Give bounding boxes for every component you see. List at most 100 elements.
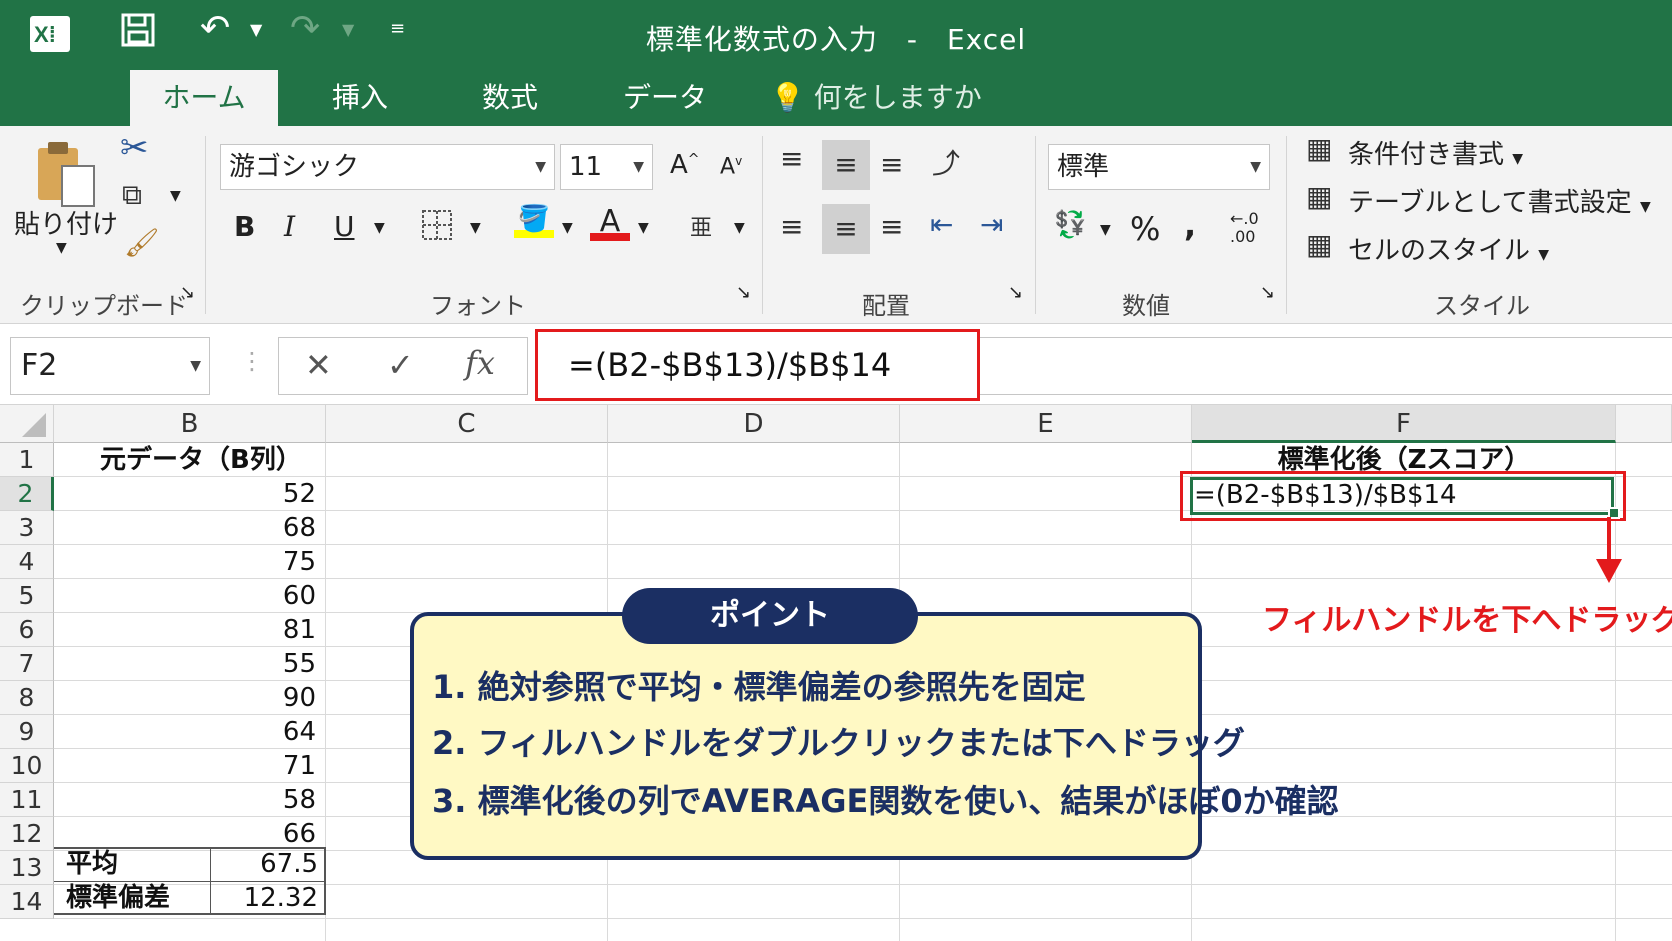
cell-b12[interactable]: 66 (60, 817, 316, 851)
comma-style-button[interactable]: , (1184, 206, 1196, 244)
row-header-7[interactable]: 7 (0, 647, 54, 681)
paste-dropdown-icon[interactable]: ▼ (56, 240, 67, 256)
phonetic-guide-icon[interactable]: 亜 (690, 210, 712, 242)
row-header-9[interactable]: 9 (0, 715, 54, 749)
clipboard-launcher-icon[interactable]: ↘ (180, 282, 195, 303)
align-middle-icon[interactable]: ≡ (822, 140, 870, 190)
fill-color-icon[interactable]: 🪣 (514, 204, 554, 238)
shrink-font-button[interactable]: Av (720, 154, 742, 179)
number-launcher-icon[interactable]: ↘ (1260, 282, 1275, 303)
font-group-label: フォント (430, 292, 526, 320)
underline-button[interactable]: U (334, 210, 355, 243)
font-launcher-icon[interactable]: ↘ (736, 282, 751, 303)
accounting-format-icon[interactable]: 💱 (1054, 210, 1086, 240)
cell-f2[interactable]: =(B2-$B$13)/$B$14 (1194, 478, 1457, 512)
font-name-select[interactable]: 游ゴシック ▼ (220, 144, 555, 190)
borders-dropdown-icon[interactable]: ▼ (470, 220, 481, 236)
font-color-icon[interactable]: A (590, 204, 630, 241)
accounting-dropdown-icon[interactable]: ▼ (1100, 222, 1111, 238)
row-header-1[interactable]: 1 (0, 443, 54, 477)
underline-dropdown-icon[interactable]: ▼ (374, 220, 385, 236)
tab-home[interactable]: ホーム (130, 70, 278, 126)
row-header-13[interactable]: 13 (0, 851, 54, 885)
row-header-8[interactable]: 8 (0, 681, 54, 715)
row-header-6[interactable]: 6 (0, 613, 54, 647)
font-color-dropdown-icon[interactable]: ▼ (638, 220, 649, 236)
cancel-icon[interactable]: ✕ (305, 346, 332, 384)
cell-b13-label[interactable]: 平均 (66, 847, 118, 881)
align-left-icon[interactable]: ≡ (780, 210, 803, 243)
row-header-14[interactable]: 14 (0, 885, 54, 919)
cell-b8[interactable]: 90 (60, 681, 316, 715)
orientation-icon[interactable]: ⤴ (932, 142, 960, 182)
formula-input-extension[interactable] (980, 337, 1672, 395)
conditional-format-button[interactable]: 条件付き書式 ▼ (1348, 134, 1523, 171)
cell-b5[interactable]: 60 (60, 579, 316, 613)
borders-icon[interactable] (420, 208, 454, 249)
tab-formulas[interactable]: 数式 (450, 70, 570, 126)
cell-b11[interactable]: 58 (60, 783, 316, 817)
number-format-select[interactable]: 標準 ▼ (1048, 144, 1270, 190)
arrow-down-icon (1594, 517, 1624, 589)
grow-font-button[interactable]: A^ (670, 150, 700, 180)
cell-mean-value[interactable]: 67.5 (212, 847, 318, 881)
cell-b9[interactable]: 64 (60, 715, 316, 749)
cell-b1[interactable]: 元データ（B列） (100, 443, 302, 477)
font-size-select[interactable]: 11 ▼ (560, 144, 653, 190)
percent-style-button[interactable]: % (1130, 210, 1160, 248)
cell-b10[interactable]: 71 (60, 749, 316, 783)
row-header-11[interactable]: 11 (0, 783, 54, 817)
cell-b2[interactable]: 52 (60, 477, 316, 511)
column-header-f[interactable]: F (1192, 405, 1616, 443)
row-header-12[interactable]: 12 (0, 817, 54, 851)
row-header-3[interactable]: 3 (0, 511, 54, 545)
increase-indent-icon[interactable]: ⇥ (980, 208, 1003, 241)
align-right-icon[interactable]: ≡ (880, 210, 903, 243)
column-header-d[interactable]: D (608, 405, 900, 443)
italic-button[interactable]: I (284, 210, 295, 243)
copy-dropdown-icon[interactable]: ▼ (170, 188, 181, 204)
format-as-table-button[interactable]: テーブルとして書式設定 ▼ (1348, 182, 1651, 219)
align-center-icon[interactable]: ≡ (822, 204, 870, 254)
select-all-corner[interactable] (0, 405, 54, 443)
align-bottom-icon[interactable]: ≡ (880, 148, 903, 181)
enter-icon[interactable]: ✓ (387, 346, 414, 384)
cut-icon[interactable]: ✂ (120, 128, 149, 168)
align-top-icon[interactable]: ≡ (780, 142, 803, 175)
tab-insert[interactable]: 挿入 (300, 70, 420, 126)
cell-b3[interactable]: 68 (60, 511, 316, 545)
row-header-5[interactable]: 5 (0, 579, 54, 613)
cell-b4[interactable]: 75 (60, 545, 316, 579)
tab-data[interactable]: データ (600, 70, 730, 126)
column-header-g[interactable] (1616, 405, 1672, 443)
copy-icon[interactable]: ⧉ (122, 178, 142, 212)
name-box[interactable]: F2 ▼ (10, 337, 210, 395)
phonetic-dropdown-icon[interactable]: ▼ (734, 220, 745, 236)
column-header-e[interactable]: E (900, 405, 1192, 443)
fill-color-dropdown-icon[interactable]: ▼ (562, 220, 573, 236)
cell-styles-icon[interactable]: ▦ (1306, 228, 1332, 261)
cell-styles-button[interactable]: セルのスタイル ▼ (1348, 230, 1549, 267)
cell-b14-label[interactable]: 標準偏差 (66, 881, 170, 915)
column-header-b[interactable]: B (54, 405, 326, 443)
paste-button[interactable]: 貼り付け (14, 204, 118, 241)
paste-icon[interactable] (34, 140, 98, 210)
row-header-4[interactable]: 4 (0, 545, 54, 579)
decimal-adjust-button[interactable]: ←.0 .00 (1230, 210, 1259, 246)
bold-button[interactable]: B (234, 210, 255, 243)
column-header-c[interactable]: C (326, 405, 608, 443)
format-as-table-icon[interactable]: ▦ (1306, 180, 1332, 213)
point-title: ポイント (622, 588, 918, 644)
cell-b7[interactable]: 55 (60, 647, 316, 681)
row-header-10[interactable]: 10 (0, 749, 54, 783)
insert-function-icon[interactable]: fx (465, 344, 495, 382)
formula-input[interactable]: =(B2-$B$13)/$B$14 (535, 329, 980, 401)
decrease-indent-icon[interactable]: ⇤ (930, 208, 953, 241)
cell-b6[interactable]: 81 (60, 613, 316, 647)
row-header-2[interactable]: 2 (0, 477, 54, 511)
tell-me-search[interactable]: 💡 何をしますか (770, 70, 990, 126)
format-painter-icon[interactable]: 🖌 (124, 226, 160, 259)
conditional-format-icon[interactable]: ▦ (1306, 132, 1332, 165)
alignment-launcher-icon[interactable]: ↘ (1008, 282, 1023, 303)
cell-sd-value[interactable]: 12.32 (212, 881, 318, 915)
